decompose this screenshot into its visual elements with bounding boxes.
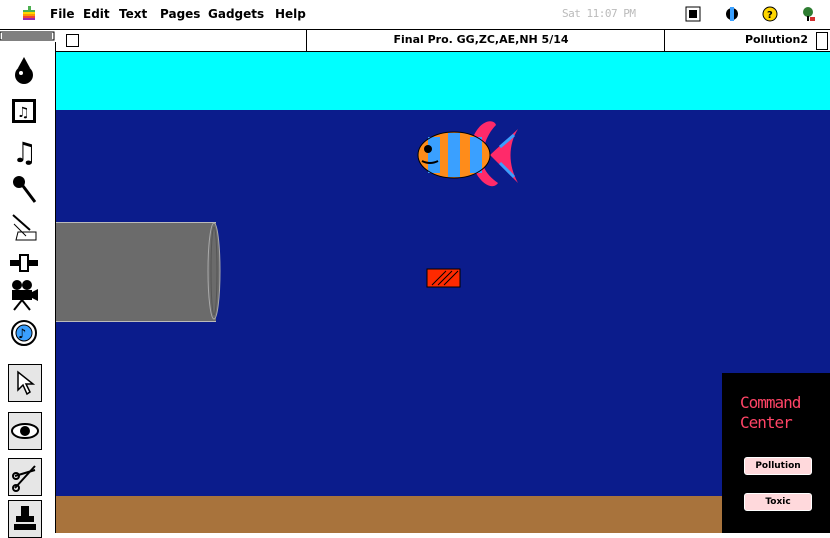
svg-text:♫: ♫ (12, 136, 37, 166)
menu-help[interactable]: Help (275, 7, 306, 21)
page-name: Pollution2 (744, 33, 808, 46)
sky-area (56, 52, 830, 110)
toolbar-drag-bar[interactable] (0, 30, 56, 42)
window-title: Final Pro. GG,ZC,AE,NH 5/14 (393, 33, 569, 46)
application-icon[interactable] (724, 6, 740, 22)
eye-icon[interactable] (8, 412, 42, 450)
slider-icon[interactable] (9, 246, 39, 280)
microphone-icon[interactable] (9, 172, 39, 206)
close-box-icon[interactable] (66, 34, 79, 47)
apple-icon[interactable] (20, 5, 38, 23)
pipe-opening (207, 222, 221, 320)
drain-pipe[interactable] (56, 222, 216, 322)
menu-pages[interactable]: Pages (160, 7, 200, 21)
movie-camera-icon[interactable] (9, 278, 39, 312)
pollution-button[interactable]: Pollution (744, 457, 812, 475)
soda-can-litter[interactable] (426, 267, 462, 289)
menubar-clock: Sat 11:07 PM (562, 7, 636, 20)
pointer-icon[interactable] (8, 364, 42, 402)
menu-edit[interactable]: Edit (83, 7, 110, 21)
cd-icon[interactable]: ♪ (9, 316, 39, 350)
window-title-bar[interactable]: Final Pro. GG,ZC,AE,NH 5/14 Pollution2 (56, 30, 830, 52)
command-center-title-line1: Command (740, 393, 801, 412)
command-center-panel: Command Center Pollution Toxic (722, 373, 830, 533)
stamp-icon[interactable] (8, 500, 42, 538)
svg-text:♪: ♪ (18, 327, 26, 342)
striped-fish[interactable] (414, 117, 524, 195)
wizard-icon[interactable] (9, 54, 39, 88)
scissors-icon[interactable] (8, 458, 42, 496)
help-icon[interactable]: ? (762, 6, 778, 22)
chord-icon[interactable]: ♫ (9, 94, 39, 128)
app-menu-icon[interactable] (800, 6, 816, 22)
command-center-title-line2: Center (740, 413, 793, 432)
menu-gadgets[interactable]: Gadgets (208, 7, 264, 21)
sand-floor (56, 496, 830, 533)
page-list-icon[interactable] (816, 32, 828, 50)
svg-text:♫: ♫ (17, 105, 30, 121)
menu-file[interactable]: File (50, 7, 75, 21)
screen-icon[interactable] (685, 6, 701, 22)
drafting-icon[interactable] (9, 210, 39, 244)
menu-bar: File Edit Text Pages Gadgets Help Sat 11… (0, 0, 830, 30)
card-stage: Command Center Pollution Toxic (56, 52, 830, 533)
menu-text[interactable]: Text (119, 7, 147, 21)
svg-text:?: ? (767, 10, 773, 21)
toxic-button[interactable]: Toxic (744, 493, 812, 511)
music-note-icon[interactable]: ♫ (9, 134, 39, 168)
tool-palette: ♫ ♫ ♪ (0, 42, 56, 538)
